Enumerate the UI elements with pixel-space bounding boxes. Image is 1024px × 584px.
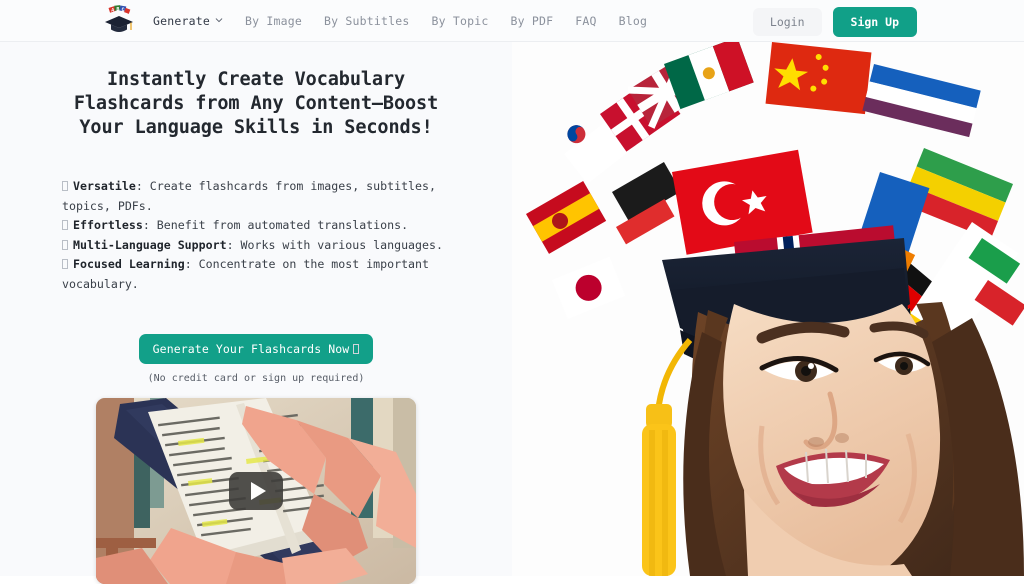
- hero-section: Instantly Create Vocabulary Flashcards f…: [0, 42, 1024, 584]
- feature-text: Benefit from automated translations.: [156, 218, 409, 232]
- list-item: Effortless: Benefit from automated trans…: [62, 216, 454, 236]
- nav-item-by-pdf[interactable]: By PDF: [510, 14, 553, 28]
- site-header: A B C Generate By Image By Subtitles By …: [0, 0, 1024, 42]
- feature-term: Focused Learning: [73, 257, 185, 271]
- list-item: Versatile: Create flashcards from images…: [62, 177, 454, 216]
- nav-item-generate[interactable]: Generate: [153, 14, 223, 28]
- nav-item-faq[interactable]: FAQ: [575, 14, 596, 28]
- feature-separator: :: [226, 237, 241, 252]
- missing-glyph-box-icon: [353, 344, 360, 354]
- feature-separator: :: [135, 179, 150, 193]
- chevron-down-icon: [215, 18, 223, 23]
- feature-separator: :: [142, 218, 157, 232]
- main-nav: Generate By Image By Subtitles By Topic …: [153, 0, 647, 42]
- svg-text:A: A: [111, 8, 114, 14]
- nav-item-generate-label: Generate: [153, 14, 210, 28]
- cta-area: Generate Your Flashcards Now (No credit …: [0, 334, 512, 384]
- page-title: Instantly Create Vocabulary Flashcards f…: [73, 69, 439, 138]
- graduation-cap-flags-logo[interactable]: A B C: [101, 3, 137, 39]
- signup-button[interactable]: Sign Up: [832, 7, 917, 37]
- missing-glyph-box-icon: [62, 239, 68, 250]
- auth-actions: Login Sign Up: [752, 7, 917, 37]
- hero-left-column: Instantly Create Vocabulary Flashcards f…: [0, 42, 512, 584]
- video-thumbnail[interactable]: [96, 398, 416, 584]
- graduation-cap-flags-photo: [512, 42, 1024, 576]
- feature-list: Versatile: Create flashcards from images…: [62, 177, 454, 294]
- list-item: Focused Learning: Concentrate on the mos…: [62, 255, 454, 294]
- feature-term: Versatile: [73, 179, 136, 193]
- nav-item-by-subtitles[interactable]: By Subtitles: [324, 14, 409, 28]
- missing-glyph-box-icon: [62, 220, 68, 230]
- feature-term: Effortless: [73, 218, 143, 232]
- missing-glyph-box-icon: [62, 259, 68, 269]
- feature-term: Multi-Language Support: [73, 237, 227, 252]
- nav-item-by-topic[interactable]: By Topic: [431, 14, 488, 28]
- svg-text:B: B: [116, 7, 119, 13]
- list-item: Multi-Language Support: Works with vario…: [62, 236, 454, 256]
- play-button-icon[interactable]: [229, 472, 283, 510]
- generate-flashcards-button[interactable]: Generate Your Flashcards Now: [139, 334, 373, 364]
- nav-item-by-image[interactable]: By Image: [245, 14, 302, 28]
- svg-text:C: C: [122, 7, 125, 13]
- login-button[interactable]: Login: [752, 8, 822, 36]
- hero-image: [512, 42, 1024, 576]
- feature-separator: :: [184, 257, 199, 271]
- cta-label: Generate Your Flashcards Now: [152, 342, 350, 356]
- missing-glyph-box-icon: [62, 181, 68, 191]
- feature-text: Works with various languages.: [240, 237, 443, 252]
- nav-item-blog[interactable]: Blog: [619, 14, 648, 28]
- cta-note: (No credit card or sign up required): [147, 373, 365, 384]
